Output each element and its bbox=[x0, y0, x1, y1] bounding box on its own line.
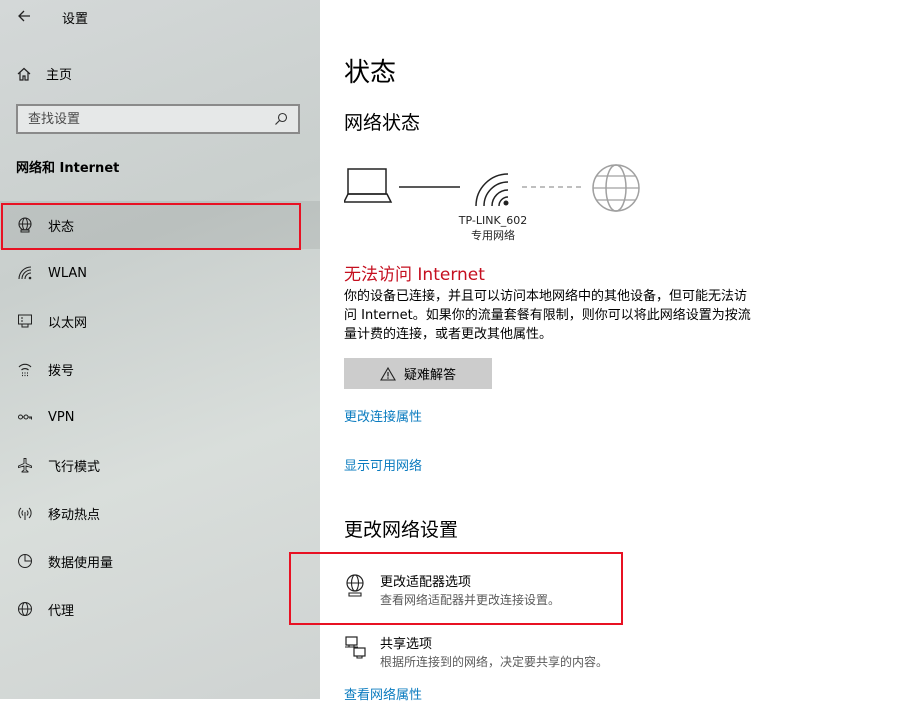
option-desc: 根据所连接到的网络，决定要共享的内容。 bbox=[380, 655, 609, 669]
sidebar-item-label: WLAN bbox=[48, 265, 88, 281]
change-adapter-options[interactable]: 更改适配器选项 查看网络适配器并更改连接设置。 bbox=[344, 571, 644, 615]
option-title: 更改适配器选项 bbox=[380, 575, 472, 590]
show-available-networks-link[interactable]: 显示可用网络 bbox=[344, 455, 422, 474]
ethernet-icon bbox=[16, 312, 34, 330]
view-network-properties-link[interactable]: 查看网络属性 bbox=[344, 684, 422, 703]
option-desc: 查看网络适配器并更改连接设置。 bbox=[380, 593, 561, 607]
network-info: TP-LINK_602 专用网络 bbox=[448, 213, 538, 243]
sidebar-item-hotspot[interactable]: 移动热点 bbox=[0, 489, 320, 537]
change-connection-properties-link[interactable]: 更改连接属性 bbox=[344, 406, 422, 425]
globe-status-icon bbox=[16, 216, 34, 234]
laptop-icon bbox=[344, 168, 393, 203]
app-title: 设置 bbox=[62, 12, 89, 27]
sidebar-item-label: 移动热点 bbox=[48, 507, 101, 523]
search-icon[interactable] bbox=[274, 112, 288, 126]
vpn-icon bbox=[16, 408, 34, 426]
option-title: 共享选项 bbox=[380, 637, 433, 652]
adapter-icon bbox=[346, 574, 364, 597]
globe-icon bbox=[16, 600, 34, 618]
search-input[interactable] bbox=[18, 110, 270, 128]
section-title: 网络和 Internet bbox=[16, 161, 120, 176]
sharing-options[interactable]: 共享选项 根据所连接到的网络，决定要共享的内容。 bbox=[344, 633, 644, 677]
no-internet-warning: 无法访问 Internet bbox=[344, 265, 485, 285]
sidebar-item-proxy[interactable]: 代理 bbox=[0, 585, 320, 633]
sidebar-item-label: 飞行模式 bbox=[48, 459, 101, 475]
sidebar-item-label: 数据使用量 bbox=[48, 555, 114, 571]
warning-icon bbox=[380, 366, 396, 381]
sidebar-item-data-usage[interactable]: 数据使用量 bbox=[0, 537, 320, 585]
network-name: TP-LINK_602 bbox=[458, 214, 528, 227]
hotspot-icon bbox=[16, 504, 34, 522]
sidebar-item-label: 代理 bbox=[48, 603, 75, 619]
sidebar-item-label: 状态 bbox=[48, 219, 75, 235]
wifi-icon bbox=[16, 264, 34, 282]
network-type: 专用网络 bbox=[471, 229, 515, 242]
internet-globe-icon bbox=[592, 164, 640, 212]
sidebar-item-label: VPN bbox=[48, 409, 75, 425]
home-label: 主页 bbox=[46, 68, 73, 83]
sidebar-item-label: 拨号 bbox=[48, 363, 75, 379]
sidebar-item-dialup[interactable]: 拨号 bbox=[0, 345, 320, 393]
main-content: 状态 网络状态 TP-LINK_602 专用网络 无法访问 Internet 你… bbox=[289, 0, 918, 703]
back-button[interactable] bbox=[14, 4, 34, 28]
sidebar-item-wlan[interactable]: WLAN bbox=[0, 249, 320, 297]
page-title: 状态 bbox=[344, 58, 397, 88]
change-network-settings-heading: 更改网络设置 bbox=[344, 519, 459, 541]
sharing-icon bbox=[345, 636, 366, 659]
network-status-heading: 网络状态 bbox=[344, 112, 421, 134]
home-icon bbox=[17, 67, 31, 81]
sidebar-item-status[interactable]: 状态 bbox=[0, 201, 320, 249]
troubleshoot-button[interactable]: 疑难解答 bbox=[344, 358, 492, 389]
status-description: 你的设备已连接，并且可以访问本地网络中的其他设备，但可能无法访问 Interne… bbox=[344, 289, 751, 342]
sidebar-item-label: 以太网 bbox=[48, 315, 88, 331]
search-box[interactable] bbox=[16, 104, 300, 134]
sidebar-item-vpn[interactable]: VPN bbox=[0, 393, 320, 441]
airplane-icon bbox=[16, 456, 34, 474]
dialup-icon bbox=[16, 360, 34, 378]
wifi-signal-icon bbox=[475, 173, 509, 207]
data-usage-icon bbox=[16, 552, 34, 570]
home-link[interactable]: 主页 bbox=[16, 64, 72, 83]
sidebar: 设置 主页 网络和 Internet 状态 WLAN 以太网 bbox=[0, 0, 320, 699]
sidebar-item-ethernet[interactable]: 以太网 bbox=[0, 297, 320, 345]
sidebar-item-airplane[interactable]: 飞行模式 bbox=[0, 441, 320, 489]
back-arrow-icon bbox=[18, 10, 30, 22]
troubleshoot-label: 疑难解答 bbox=[403, 368, 456, 383]
